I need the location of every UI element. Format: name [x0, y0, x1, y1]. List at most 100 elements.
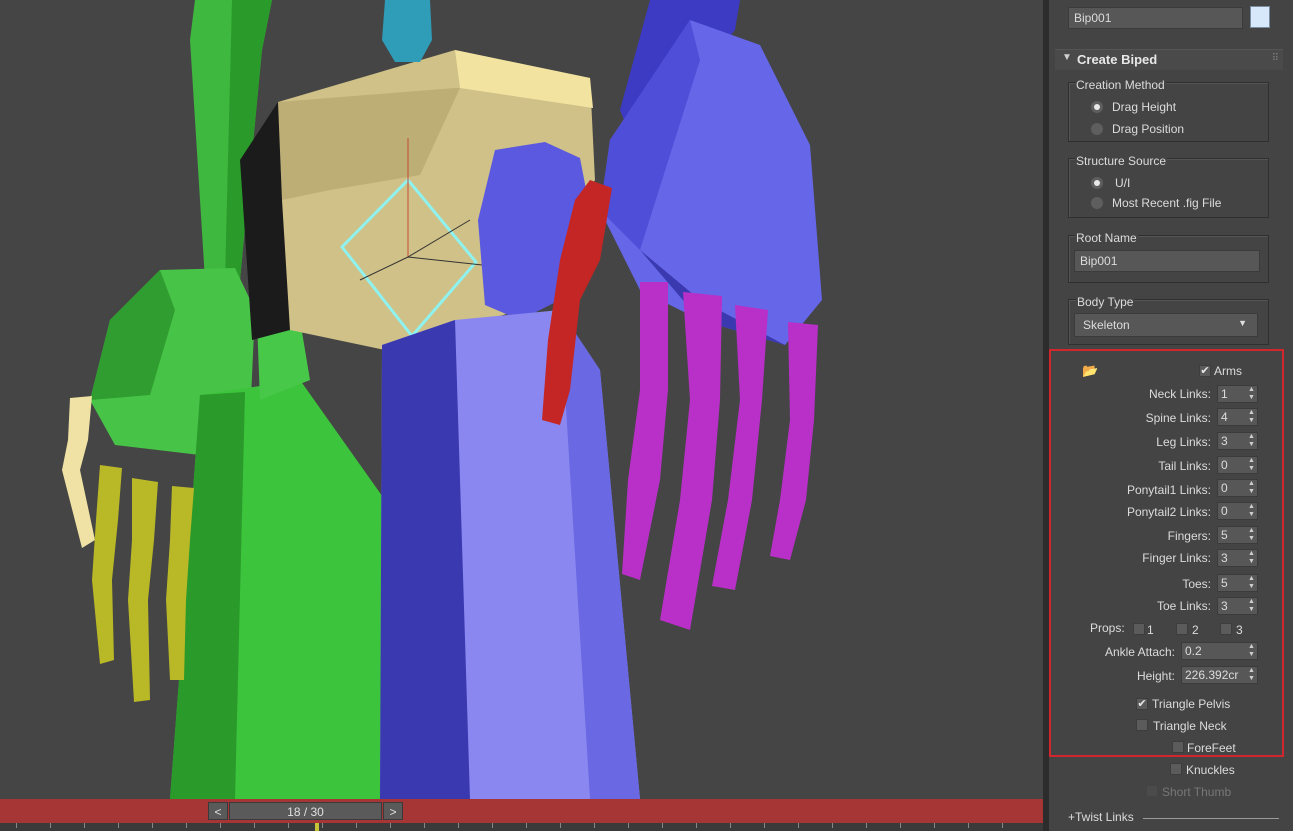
ruler-tick: [220, 823, 221, 828]
prop-3-checkbox[interactable]: [1220, 623, 1232, 635]
forefeet-checkbox[interactable]: [1172, 741, 1184, 753]
previous-frame-button[interactable]: <: [208, 802, 228, 820]
spinner-arrows-icon[interactable]: ▲ ▼: [1247, 550, 1256, 566]
ruler-tick: [798, 823, 799, 828]
height-value: 226.392cr: [1185, 668, 1239, 682]
ruler-tick: [560, 823, 561, 828]
ankle-attach-value: 0.2: [1185, 644, 1202, 658]
ruler-tick: [390, 823, 391, 828]
prop-1-checkbox[interactable]: [1133, 623, 1145, 635]
spinner-arrows-icon[interactable]: ▲ ▼: [1247, 527, 1256, 543]
ponytail1-links-label: Ponytail1 Links:: [1126, 483, 1211, 497]
drag-grip-icon[interactable]: ⠿: [1272, 53, 1279, 64]
ruler-tick: [594, 823, 595, 828]
ankle-attach-spinner[interactable]: 0.2 ▲ ▼: [1181, 642, 1258, 660]
spinner-arrows-icon[interactable]: ▲ ▼: [1247, 598, 1256, 614]
root-name-field[interactable]: Bip001: [1074, 250, 1260, 272]
fingers-value: 5: [1221, 528, 1228, 542]
group-title: Root Name: [1075, 231, 1138, 245]
spine-links-value: 4: [1221, 410, 1228, 424]
drag-height-label[interactable]: Drag Height: [1112, 100, 1176, 114]
spinner-arrows-icon[interactable]: ▲ ▼: [1247, 480, 1256, 496]
ruler-tick: [696, 823, 697, 828]
toe-links-spinner[interactable]: 3 ▲ ▼: [1217, 597, 1258, 615]
spinner-arrows-icon[interactable]: ▲ ▼: [1247, 575, 1256, 591]
ruler-tick: [968, 823, 969, 828]
knuckles-label[interactable]: Knuckles: [1186, 763, 1235, 777]
spinner-arrows-icon[interactable]: ▲ ▼: [1247, 409, 1256, 425]
height-label: Height:: [1136, 669, 1175, 683]
drag-position-radio[interactable]: [1091, 123, 1103, 135]
ruler-tick: [186, 823, 187, 828]
short-thumb-label: Short Thumb: [1162, 785, 1232, 799]
ponytail2-links-spinner[interactable]: 0 ▲ ▼: [1217, 502, 1258, 520]
spinner-arrows-icon[interactable]: ▲ ▼: [1247, 433, 1256, 449]
spinner-arrows-icon[interactable]: ▲ ▼: [1247, 667, 1256, 683]
leg-links-spinner[interactable]: 3 ▲ ▼: [1217, 432, 1258, 450]
prop-2-checkbox[interactable]: [1176, 623, 1188, 635]
neck-links-spinner[interactable]: 1 ▲ ▼: [1217, 385, 1258, 403]
height-spinner[interactable]: 226.392cr ▲ ▼: [1181, 666, 1258, 684]
toe-links-value: 3: [1221, 599, 1228, 613]
ui-radio[interactable]: [1091, 177, 1103, 189]
ponytail2-links-label: Ponytail2 Links:: [1126, 505, 1211, 519]
prop-2-label[interactable]: 2: [1192, 623, 1199, 637]
ruler-tick: [934, 823, 935, 828]
toes-value: 5: [1221, 576, 1228, 590]
track-ruler[interactable]: [0, 823, 1043, 831]
fingers-spinner[interactable]: 5 ▲ ▼: [1217, 526, 1258, 544]
triangle-neck-label[interactable]: Triangle Neck: [1153, 719, 1227, 733]
neck-links-label: Neck Links:: [1148, 387, 1211, 401]
spinner-arrows-icon[interactable]: ▲ ▼: [1247, 503, 1256, 519]
ruler-tick: [322, 823, 323, 828]
forefeet-label[interactable]: ForeFeet: [1187, 741, 1236, 755]
create-biped-rollout-header[interactable]: ▼ Create Biped ⠿: [1055, 49, 1283, 70]
finger-links-value: 3: [1221, 551, 1228, 565]
drag-position-label[interactable]: Drag Position: [1112, 122, 1184, 136]
toe-links-label: Toe Links:: [1156, 599, 1211, 613]
leg-links-value: 3: [1221, 434, 1228, 448]
prop-3-label[interactable]: 3: [1236, 623, 1243, 637]
collapse-triangle-icon: ▼: [1062, 52, 1072, 63]
time-cursor[interactable]: [315, 823, 319, 831]
prop-1-label[interactable]: 1: [1147, 623, 1154, 637]
yellow-fingers: [92, 465, 194, 702]
ponytail2-links-value: 0: [1221, 504, 1228, 518]
ruler-tick: [730, 823, 731, 828]
recent-fig-radio[interactable]: [1091, 197, 1103, 209]
3d-viewport[interactable]: [0, 0, 1043, 799]
twist-links-rollout[interactable]: +Twist Links: [1068, 810, 1134, 824]
magenta-fingers: [622, 282, 818, 630]
rollout-title: Create Biped: [1077, 52, 1158, 67]
spine-links-label: Spine Links:: [1145, 411, 1211, 425]
ruler-tick: [458, 823, 459, 828]
arms-checkbox[interactable]: ✔: [1199, 365, 1211, 377]
finger-links-spinner[interactable]: 3 ▲ ▼: [1217, 549, 1258, 567]
ruler-tick: [866, 823, 867, 828]
drag-height-radio[interactable]: [1091, 101, 1103, 113]
ruler-tick: [50, 823, 51, 828]
spinner-arrows-icon[interactable]: ▲ ▼: [1247, 386, 1256, 402]
arms-label[interactable]: Arms: [1214, 364, 1242, 378]
ruler-tick: [84, 823, 85, 828]
ruler-tick: [764, 823, 765, 828]
knuckles-checkbox[interactable]: [1170, 763, 1182, 775]
ponytail1-links-spinner[interactable]: 0 ▲ ▼: [1217, 479, 1258, 497]
time-slider-thumb[interactable]: 18 / 30: [229, 802, 382, 820]
triangle-pelvis-label[interactable]: Triangle Pelvis: [1152, 697, 1230, 711]
body-type-dropdown[interactable]: Skeleton ▼: [1074, 313, 1258, 337]
ui-label[interactable]: U/I: [1115, 176, 1130, 190]
spine-links-spinner[interactable]: 4 ▲ ▼: [1217, 408, 1258, 426]
recent-fig-label[interactable]: Most Recent .fig File: [1112, 196, 1221, 210]
tail-links-spinner[interactable]: 0 ▲ ▼: [1217, 456, 1258, 474]
spinner-arrows-icon[interactable]: ▲ ▼: [1247, 457, 1256, 473]
open-folder-icon[interactable]: 📂: [1082, 363, 1098, 379]
finger-links-label: Finger Links:: [1142, 551, 1211, 565]
spinner-arrows-icon[interactable]: ▲ ▼: [1247, 643, 1256, 659]
object-name-field[interactable]: Bip001: [1068, 7, 1243, 29]
triangle-neck-checkbox[interactable]: [1136, 719, 1148, 731]
triangle-pelvis-checkbox[interactable]: ✔: [1136, 698, 1148, 710]
toes-spinner[interactable]: 5 ▲ ▼: [1217, 574, 1258, 592]
object-color-swatch[interactable]: [1250, 6, 1270, 28]
next-frame-button[interactable]: >: [383, 802, 403, 820]
